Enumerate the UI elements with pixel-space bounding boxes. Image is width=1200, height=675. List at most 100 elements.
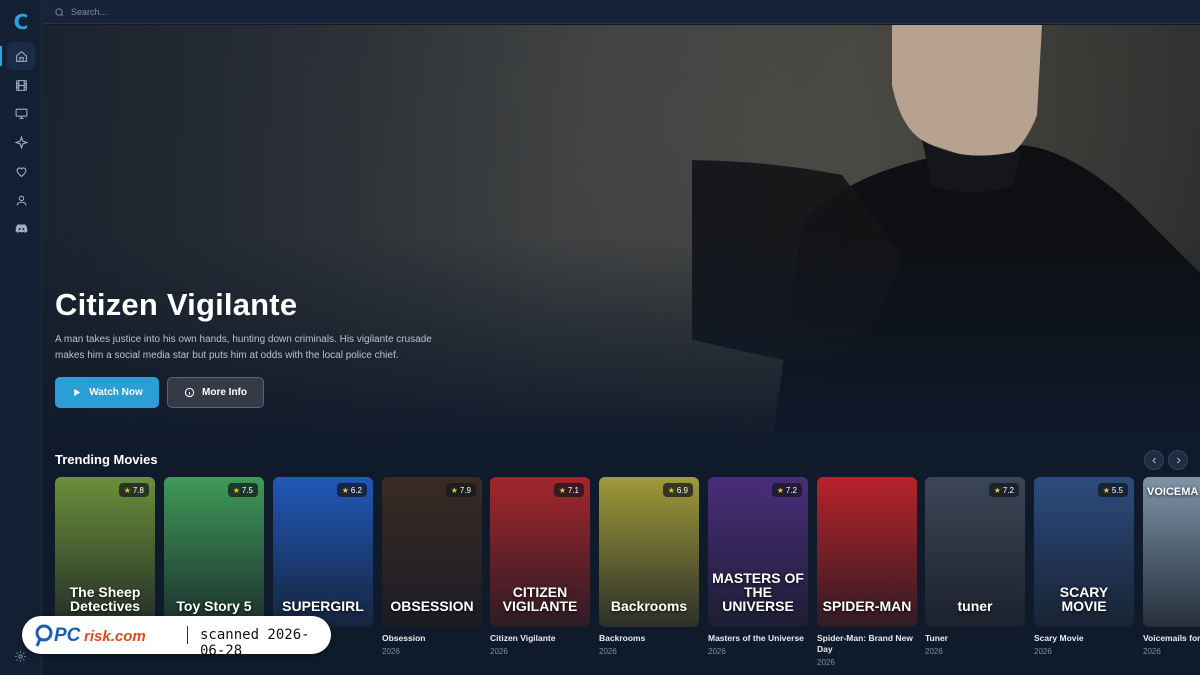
rating-badge: ★ 7.2 — [771, 483, 802, 497]
section-title-trending: Trending Movies — [55, 452, 158, 467]
movie-year: 2026 — [1143, 647, 1161, 656]
movie-card[interactable]: VOICEMA Voicemails for Isabelle 2026 — [1143, 477, 1200, 656]
movie-poster: CITIZEN VIGILANTE ★ 7.1 — [490, 477, 590, 627]
sidebar-item-discover[interactable] — [0, 128, 42, 156]
movie-poster: SCARY MOVIE ★ 5.5 — [1034, 477, 1134, 627]
rating-badge: ★ 7.1 — [553, 483, 584, 497]
movie-year: 2026 — [1034, 647, 1052, 656]
watch-now-button[interactable]: Watch Now — [55, 377, 159, 408]
star-icon: ★ — [341, 485, 349, 495]
movie-card[interactable]: OBSESSION ★ 7.9 Obsession 2026 — [382, 477, 482, 656]
rating-badge: ★ 6.9 — [662, 483, 693, 497]
poster-title: CITIZEN VIGILANTE — [502, 584, 578, 614]
movie-poster: VOICEMA — [1143, 477, 1200, 627]
movie-year: 2026 — [817, 658, 835, 667]
gear-icon — [15, 651, 26, 662]
tv-icon — [15, 108, 27, 119]
app-logo[interactable]: C — [0, 8, 42, 36]
poster-title: OBSESSION — [390, 598, 474, 614]
movie-title: Citizen Vigilante — [490, 633, 556, 643]
movie-title: Backrooms — [599, 633, 646, 643]
poster-title: MASTERS OF THE UNIVERSE — [712, 570, 804, 614]
watch-now-label: Watch Now — [89, 387, 143, 398]
play-icon — [74, 388, 81, 397]
movie-card[interactable]: Toy Story 5 ★ 7.5 — [164, 477, 264, 633]
movie-card[interactable]: SCARY MOVIE ★ 5.5 Scary Movie 2026 — [1034, 477, 1134, 656]
star-icon: ★ — [558, 485, 566, 495]
movie-title: Voicemails for Isabelle — [1143, 633, 1200, 643]
poster-title: SPIDER-MAN — [822, 598, 912, 614]
movie-title: Tuner — [925, 633, 948, 643]
sidebar-item-profile[interactable] — [0, 186, 42, 214]
movie-card[interactable]: tuner ★ 7.2 Tuner 2026 — [925, 477, 1025, 656]
carousel-prev-button[interactable] — [1144, 450, 1164, 470]
movie-title: Obsession — [382, 633, 426, 643]
movie-title: Masters of the Universe — [708, 633, 804, 643]
film-icon — [15, 79, 27, 91]
movie-year: 2026 — [490, 647, 508, 656]
movie-card[interactable]: MASTERS OF THE UNIVERSE ★ 7.2 Masters of t… — [708, 477, 808, 656]
user-icon — [16, 195, 26, 205]
star-icon: ★ — [450, 485, 458, 495]
heart-icon — [16, 166, 26, 177]
star-icon: ★ — [667, 485, 675, 495]
movie-title: Scary Movie — [1034, 633, 1084, 643]
hero-title: Citizen Vigilante — [55, 287, 298, 322]
top-bar — [42, 0, 1200, 24]
star-icon: ★ — [993, 485, 1001, 495]
movie-poster: SPIDER-MAN — [817, 477, 917, 627]
star-icon: ★ — [232, 485, 240, 495]
hero-banner: Citizen Vigilante A man takes justice in… — [42, 25, 1200, 445]
poster-title: Backrooms — [610, 598, 688, 614]
watermark-badge: PC risk.com scanned 2026-06-28 — [22, 616, 331, 659]
sidebar-item-home[interactable] — [0, 42, 42, 70]
movie-poster: Toy Story 5 ★ 7.5 — [164, 477, 264, 627]
movie-poster: Backrooms ★ 6.9 — [599, 477, 699, 627]
star-icon: ★ — [123, 485, 131, 495]
carousel-next-button[interactable] — [1168, 450, 1188, 470]
movie-poster: OBSESSION ★ 7.9 — [382, 477, 482, 627]
pcrisk-logo: PC risk.com — [35, 624, 146, 647]
rating-badge: ★ 6.2 — [336, 483, 367, 497]
movie-year: 2026 — [382, 647, 400, 656]
poster-title: SCARY MOVIE — [1059, 584, 1109, 614]
sidebar: C — [0, 0, 42, 675]
movie-card[interactable]: SPIDER-MAN Spider-Man: Brand New Day 202… — [817, 477, 917, 667]
sidebar-item-discord[interactable] — [0, 214, 42, 242]
home-icon — [15, 50, 27, 62]
movie-year: 2026 — [708, 647, 726, 656]
info-icon — [184, 387, 195, 398]
more-info-button[interactable]: More Info — [167, 377, 264, 408]
poster-title: The Sheep Detectives — [69, 584, 141, 614]
star-icon: ★ — [776, 485, 784, 495]
movie-poster: The Sheep Detectives ★ 7.8 — [55, 477, 155, 627]
movie-card[interactable]: SUPERGIRL ★ 6.2 — [273, 477, 373, 633]
movie-title: Spider-Man: Brand New Day — [817, 633, 913, 654]
watermark-text: scanned 2026-06-28 — [200, 627, 310, 659]
movie-year: 2026 — [599, 647, 617, 656]
settings-button[interactable] — [14, 650, 27, 663]
more-info-label: More Info — [202, 387, 247, 398]
poster-title: VOICEMA — [1147, 486, 1199, 498]
movie-poster: MASTERS OF THE UNIVERSE ★ 7.2 — [708, 477, 808, 627]
movie-poster: SUPERGIRL ★ 6.2 — [273, 477, 373, 627]
movie-card[interactable]: The Sheep Detectives ★ 7.8 — [55, 477, 155, 633]
hero-description: A man takes justice into his own hands, … — [55, 334, 432, 361]
sparkle-icon — [14, 135, 28, 149]
movie-poster: tuner ★ 7.2 — [925, 477, 1025, 627]
movie-card[interactable]: CITIZEN VIGILANTE ★ 7.1 Citizen Vigilante … — [490, 477, 590, 656]
rating-badge: ★ 7.9 — [445, 483, 476, 497]
chevron-right-icon — [1176, 457, 1181, 463]
sidebar-item-tv[interactable] — [0, 99, 42, 127]
discord-icon — [15, 223, 27, 233]
movie-year: 2026 — [925, 647, 943, 656]
rating-badge: ★ 7.8 — [118, 483, 149, 497]
sidebar-item-favorites[interactable] — [0, 157, 42, 185]
search-input[interactable] — [71, 7, 371, 17]
movie-card[interactable]: Backrooms ★ 6.9 Backrooms 2026 — [599, 477, 699, 656]
poster-title: Toy Story 5 — [176, 598, 252, 614]
chevron-left-icon — [1151, 457, 1156, 463]
sidebar-item-movies[interactable] — [0, 71, 42, 99]
watermark-divider — [187, 626, 188, 644]
star-icon: ★ — [1102, 485, 1110, 495]
